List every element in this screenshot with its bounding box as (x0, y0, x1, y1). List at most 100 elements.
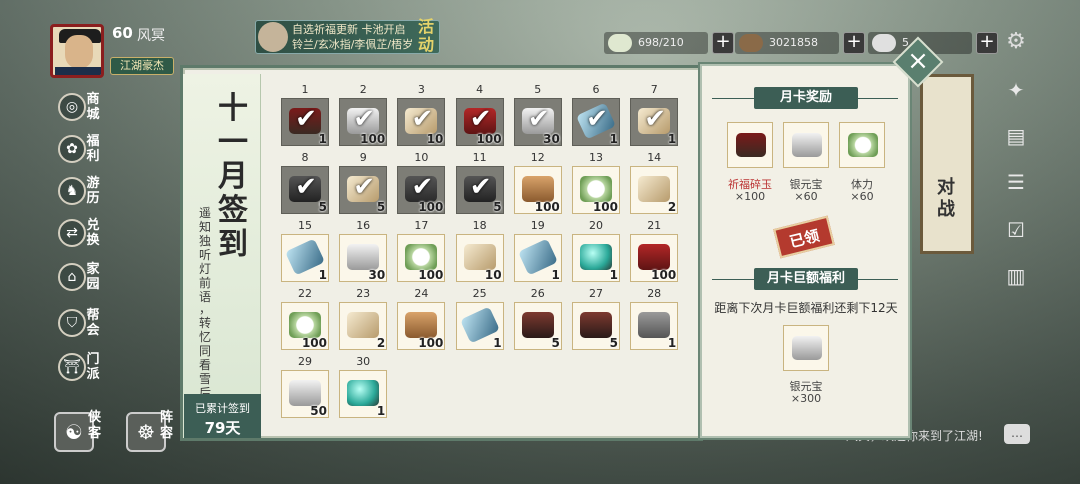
signin-day-cell[interactable]: 13 100 (572, 151, 620, 214)
day-number: 13 (589, 151, 603, 164)
signin-day-cell[interactable]: 3 10 ✔ (397, 83, 446, 146)
signin-day-cell[interactable]: 11 5 ✔ (455, 151, 504, 214)
box-icon (521, 312, 554, 338)
monthly-reward-3[interactable] (839, 122, 885, 168)
item-count: 100 (301, 336, 327, 350)
stamina-icon (608, 34, 632, 52)
day-number: 29 (298, 355, 312, 368)
nav-welfare-label: 福利 (86, 134, 100, 164)
signin-day-cell[interactable]: 30 1 (339, 355, 388, 418)
signin-day-cell[interactable]: 15 1 (281, 219, 329, 282)
event-line-1: 自选祈福更新 卡池开启 (292, 23, 406, 36)
signin-day-cell[interactable]: 2 100 ✔ (339, 83, 388, 146)
day-number: 1 (301, 83, 309, 96)
add-silver-button[interactable]: + (976, 32, 998, 54)
add-copper-button[interactable]: + (843, 32, 865, 54)
checkmark-icon: ✔ (411, 172, 434, 202)
player-avatar[interactable] (50, 24, 104, 78)
signin-day-cell[interactable]: 17 100 (397, 219, 446, 282)
bag-icon[interactable]: ▤ (1004, 124, 1028, 148)
big-reward-item[interactable] (783, 325, 829, 371)
day-number: 24 (414, 287, 429, 300)
event-tag[interactable]: 活动 (418, 18, 438, 54)
item-count: 10 (484, 268, 502, 282)
signin-day-cell[interactable]: 9 5 ✔ (339, 151, 388, 214)
add-stamina-button[interactable]: + (712, 32, 734, 54)
signin-day-cell[interactable]: 10 100 ✔ (397, 151, 446, 214)
signin-day-cell[interactable]: 28 1 (630, 287, 679, 350)
settings-gear-icon[interactable]: ⚙ (1004, 30, 1028, 54)
signin-day-cell[interactable]: 27 5 (572, 287, 620, 350)
monthly-reward-1-count: ×100 (734, 190, 766, 203)
big-welfare-header: 月卡巨额福利 (754, 268, 858, 290)
book-icon[interactable]: ▥ (1004, 264, 1028, 288)
event-banner[interactable]: 自选祈福更新 卡池开启 铃兰/玄冰指/李佩芷/梧岁 (255, 20, 440, 54)
item-count: 1 (318, 132, 327, 146)
monthly-reward-2[interactable] (783, 122, 829, 168)
signin-day-cell[interactable]: 4 100 ✔ (455, 83, 504, 146)
signin-day-cell[interactable]: 22 100 (281, 287, 329, 350)
checkmark-icon: ✔ (469, 104, 492, 134)
signin-day-cell[interactable]: 7 1 ✔ (630, 83, 679, 146)
day-number: 16 (356, 219, 371, 232)
signin-day-cell[interactable]: 8 5 ✔ (281, 151, 329, 214)
silver-ingot-icon (792, 133, 822, 157)
item-count: 1 (667, 132, 677, 146)
silver-ingot-icon (792, 336, 822, 360)
hammer-icon (638, 312, 671, 338)
resource-stamina: 698/210 + (604, 32, 734, 54)
signin-day-cell[interactable]: 24 100 (397, 287, 446, 350)
nav-home[interactable]: ⌂ 家园 (54, 262, 104, 292)
book-icon (347, 312, 380, 338)
remaining-days-text: 距离下次月卡巨额福利还剩下12天 (714, 301, 898, 315)
nav-shop[interactable]: ◎ 商城 (54, 92, 104, 122)
stamina-bun-icon (848, 133, 878, 157)
item-count: 2 (376, 336, 386, 350)
silver-ingot-icon (872, 34, 896, 52)
nav-guild[interactable]: ⛉ 帮会 (54, 308, 104, 338)
signin-day-cell[interactable]: 6 1 ✔ (572, 83, 620, 146)
signin-day-cell[interactable]: 14 2 (630, 151, 679, 214)
silver-icon (289, 380, 321, 406)
month-title: 十一月签到 (218, 91, 248, 262)
signin-day-cell[interactable]: 26 5 (513, 287, 562, 350)
nav-welfare[interactable]: ✿ 福利 (54, 134, 104, 164)
resource-stamina-value: 698/210 (638, 36, 684, 49)
signin-day-cell[interactable]: 29 50 (281, 355, 329, 418)
signin-day-cell[interactable]: 21 100 (630, 219, 679, 282)
signin-day-cell[interactable]: 20 1 (572, 219, 620, 282)
item-count: 1 (609, 268, 618, 282)
item-count: 5 (318, 200, 327, 214)
nav-exchange[interactable]: ⇄ 兑换 (54, 218, 104, 248)
nav-travel[interactable]: ♞ 游历 (54, 176, 104, 206)
signin-day-cell[interactable]: 18 10 (455, 219, 504, 282)
signin-day-cell[interactable]: 12 100 (513, 151, 562, 214)
orb-icon (347, 380, 380, 406)
task-icon[interactable]: ☑ (1004, 218, 1028, 242)
item-count: 100 (476, 132, 502, 146)
battle-scroll[interactable]: 对战 (920, 74, 974, 254)
monthly-reward-3-count: ×60 (850, 190, 874, 203)
checkmark-icon: ✔ (586, 104, 608, 134)
day-number: 2 (359, 83, 367, 96)
day-number: 4 (476, 83, 484, 96)
total-signin-days: 79天 (204, 419, 241, 437)
day-number: 27 (589, 287, 603, 300)
signin-day-cell[interactable]: 19 1 (513, 219, 562, 282)
nav-sect[interactable]: ⛩ 门派 (54, 352, 104, 382)
day-number: 20 (589, 219, 603, 232)
monthly-reward-1[interactable] (727, 122, 773, 168)
signin-day-cell[interactable]: 1 1 ✔ (281, 83, 329, 146)
total-signin-label: 已累计签到 (195, 402, 250, 415)
guild-icon: ⛉ (58, 309, 86, 337)
chat-bubble-icon[interactable]: … (1004, 424, 1030, 444)
signin-day-cell[interactable]: 25 1 (455, 287, 504, 350)
signin-day-cell[interactable]: 23 2 (339, 287, 388, 350)
scroll-icon[interactable]: ☰ (1004, 170, 1028, 194)
player-level: 60 (112, 24, 133, 42)
day-number: 12 (530, 151, 545, 164)
map-icon[interactable]: ✦ (1004, 78, 1028, 102)
token-icon (521, 176, 554, 202)
signin-day-cell[interactable]: 5 30 ✔ (513, 83, 562, 146)
signin-day-cell[interactable]: 16 30 (339, 219, 388, 282)
